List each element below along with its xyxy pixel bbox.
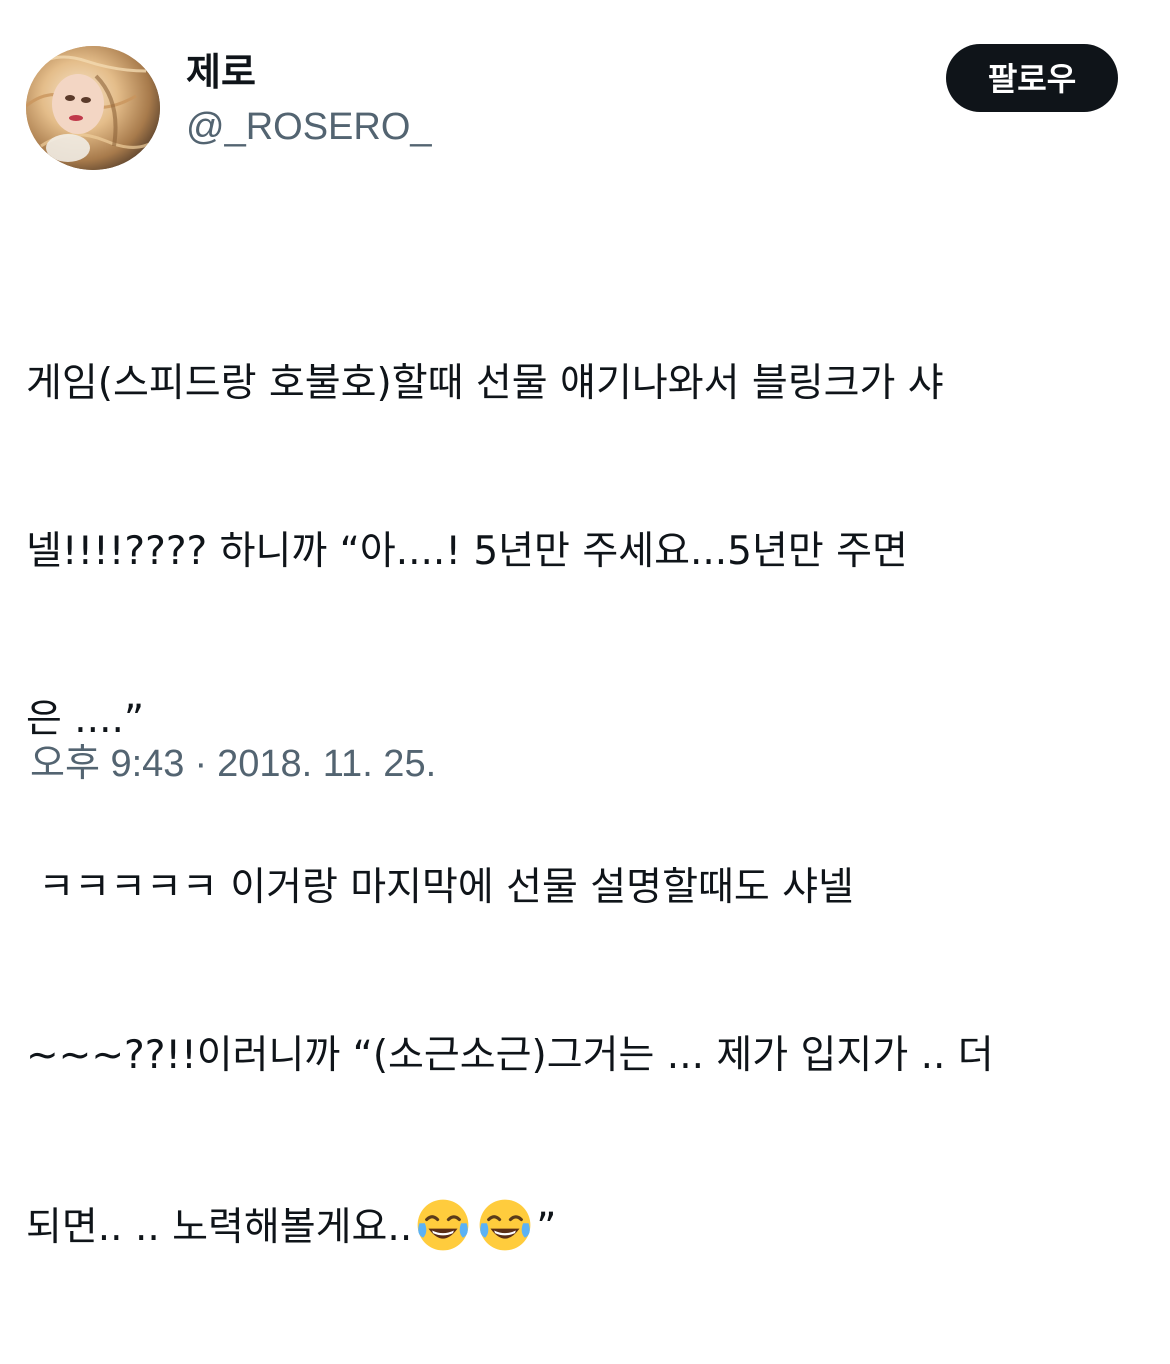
avatar[interactable] bbox=[26, 46, 160, 170]
tweet-header: 제로 @_ROSERO_ 팔로우 bbox=[26, 44, 1144, 170]
face-with-tears-of-joy-icon bbox=[417, 1199, 469, 1251]
display-name[interactable]: 제로 bbox=[186, 48, 432, 96]
tweet-text-line: 게임(스피드랑 호불호)할때 선물 얘기나와서 블링크가 샤 bbox=[26, 361, 944, 406]
tweet-text-line: ㅋㅋㅋㅋㅋ 이거랑 마지막에 선물 설명할때도 샤넬 bbox=[26, 865, 854, 910]
user-name-block: 제로 @_ROSERO_ bbox=[186, 48, 432, 152]
tweet-text-line: 넬!!!!???? 하니까 “아....! 5년만 주세요...5년만 주면 bbox=[26, 529, 908, 574]
timestamp-separator: · bbox=[194, 743, 208, 785]
timestamp-date: 2018. 11. 25. bbox=[217, 743, 437, 785]
tweet-text-segment: 되면.. .. 노력해볼게요.. bbox=[26, 1205, 413, 1250]
follow-button[interactable]: 팔로우 bbox=[946, 44, 1118, 112]
tweet-card: 제로 @_ROSERO_ 팔로우 게임(스피드랑 호불호)할때 선물 얘기나와서… bbox=[0, 0, 1170, 1251]
tweet-text-line-last: 되면.. .. 노력해볼게요.. ” bbox=[26, 1196, 1146, 1252]
profile-photo-icon bbox=[26, 46, 160, 170]
face-with-tears-of-joy-icon bbox=[479, 1199, 531, 1251]
tweet-text: 게임(스피드랑 호불호)할때 선물 얘기나와서 블링크가 샤 넬!!!!????… bbox=[26, 244, 1146, 1364]
tweet-text-line: ~~~??!!이러니까 “(소근소근)그거는 ... 제가 입지가 .. 더 bbox=[26, 1033, 994, 1078]
timestamp-time: 오후 9:43 bbox=[30, 743, 185, 785]
user-handle[interactable]: @_ROSERO_ bbox=[186, 102, 432, 152]
tweet-text-segment: ” bbox=[536, 1205, 557, 1250]
tweet-timestamp[interactable]: 오후 9:43 · 2018. 11. 25. bbox=[30, 738, 436, 790]
